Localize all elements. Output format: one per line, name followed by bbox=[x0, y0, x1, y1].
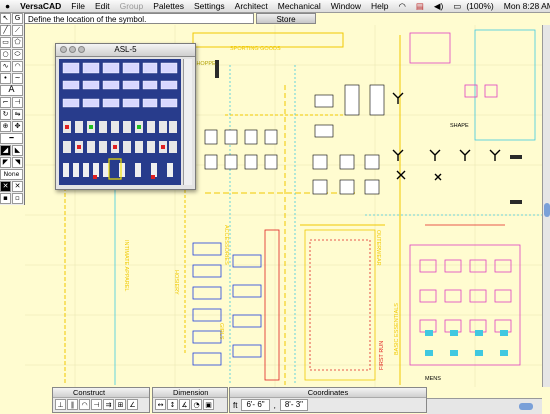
line-style-4-icon[interactable]: ◥ bbox=[12, 157, 23, 168]
construct-perpendicular-icon[interactable]: ⊥ bbox=[55, 399, 66, 410]
coordinate-unit: ft bbox=[233, 400, 238, 410]
zoom-tool-icon[interactable]: ⊕ bbox=[0, 121, 11, 132]
group-tool[interactable]: G bbox=[12, 13, 23, 24]
symbol-thumbnails bbox=[59, 59, 181, 185]
battery-percent: (100%) bbox=[466, 1, 494, 11]
close-icon[interactable] bbox=[60, 46, 67, 53]
command-prompt: Define the location of the symbol. bbox=[24, 13, 254, 24]
line-style-1-icon[interactable]: ◢ bbox=[0, 145, 11, 156]
symbol-library-window[interactable]: ASL-5 bbox=[55, 43, 196, 190]
construct-angle-icon[interactable]: ∠ bbox=[127, 399, 138, 410]
dimension-box-icon[interactable]: ▣ bbox=[203, 399, 214, 410]
arc-tool-icon[interactable]: ◠ bbox=[12, 61, 23, 72]
ellipse-tool-icon[interactable]: ⬭ bbox=[12, 49, 23, 60]
text-tool[interactable]: A bbox=[0, 85, 23, 96]
wifi-icon[interactable]: ◠ bbox=[393, 0, 410, 12]
rectangle-tool-icon[interactable]: ▭ bbox=[0, 37, 11, 48]
store-window-tab[interactable]: Store bbox=[256, 13, 316, 24]
dimension-linear-icon[interactable]: ↔ bbox=[155, 399, 166, 410]
symbol-window-scrollbar[interactable] bbox=[183, 59, 192, 185]
menu-group[interactable]: Group bbox=[115, 0, 149, 12]
label-sporting-goods: SPORTING GOODS bbox=[230, 46, 281, 52]
coordinate-x-field[interactable]: 6'- 6" bbox=[241, 399, 270, 411]
menu-palettes[interactable]: Palettes bbox=[148, 0, 189, 12]
apple-icon[interactable]: ● bbox=[0, 0, 15, 12]
snap-4-icon[interactable]: ▫ bbox=[12, 193, 23, 204]
symbol-grid[interactable] bbox=[59, 59, 181, 185]
arrow-tool-icon[interactable]: ↖ bbox=[0, 13, 11, 24]
trim-tool-icon[interactable]: ⊣ bbox=[12, 97, 23, 108]
horizontal-scrollbar[interactable] bbox=[427, 398, 542, 414]
polyline-tool-icon[interactable]: ⟋ bbox=[12, 25, 23, 36]
coordinates-palette-title: Coordinates bbox=[230, 388, 426, 398]
line-style-2-icon[interactable]: ◣ bbox=[12, 145, 23, 156]
fill-none[interactable]: None bbox=[0, 169, 23, 180]
clock[interactable]: Mon 8:28 AM bbox=[499, 0, 550, 12]
horizontal-scroll-thumb[interactable] bbox=[519, 403, 533, 410]
snap-3-icon[interactable]: ▪ bbox=[0, 193, 11, 204]
dimension-angular-icon[interactable]: ∡ bbox=[179, 399, 190, 410]
dimension-palette-title: Dimension bbox=[153, 388, 227, 398]
label-basic-essentials: BASIC ESSENTIALS bbox=[394, 303, 400, 355]
label-hosiery: HOSIERY bbox=[173, 270, 179, 295]
spline-tool-icon[interactable]: ~ bbox=[12, 73, 23, 84]
polygon-tool-icon[interactable]: ⬠ bbox=[12, 37, 23, 48]
vertical-scrollbar[interactable] bbox=[542, 25, 550, 387]
dimension-radius-icon[interactable]: ◔ bbox=[191, 399, 202, 410]
curve-tool-icon[interactable]: ∿ bbox=[0, 61, 11, 72]
menu-architect[interactable]: Architect bbox=[230, 0, 273, 12]
label-accessories: ACCESSORIES bbox=[223, 225, 229, 265]
label-girls: GIRLS bbox=[218, 323, 224, 340]
construct-parallel-icon[interactable]: ∥ bbox=[67, 399, 78, 410]
pen-weight-icon[interactable]: ━ bbox=[0, 133, 23, 144]
volume-icon[interactable]: ◀) bbox=[429, 0, 448, 12]
symbol-window-title: ASL-5 bbox=[114, 45, 137, 54]
construct-grid-icon[interactable]: ⊞ bbox=[115, 399, 126, 410]
menu-settings[interactable]: Settings bbox=[189, 0, 230, 12]
construct-offset-icon[interactable]: ⇉ bbox=[103, 399, 114, 410]
menu-mechanical[interactable]: Mechanical bbox=[273, 0, 326, 12]
symbol-window-titlebar[interactable]: ASL-5 bbox=[56, 44, 195, 57]
dimension-vertical-icon[interactable]: ↕ bbox=[167, 399, 178, 410]
label-first-run: FIRST RUN bbox=[379, 341, 385, 370]
construct-palette[interactable]: Construct ⊥ ∥ ◠ ⊣ ⇉ ⊞ ∠ bbox=[52, 387, 150, 413]
line-style-3-icon[interactable]: ◤ bbox=[0, 157, 11, 168]
zoom-icon[interactable] bbox=[78, 46, 85, 53]
circle-tool-icon[interactable]: ○ bbox=[0, 49, 11, 60]
menu-file[interactable]: File bbox=[66, 0, 90, 12]
flag-icon[interactable]: ▤ bbox=[411, 0, 429, 12]
rotate-tool-icon[interactable]: ↻ bbox=[0, 109, 11, 120]
dimension-palette[interactable]: Dimension ↔ ↕ ∡ ◔ ▣ bbox=[152, 387, 228, 413]
menu-bar: ● VersaCAD File Edit Group Palettes Sett… bbox=[0, 0, 550, 13]
construct-palette-title: Construct bbox=[53, 388, 149, 398]
coordinates-palette[interactable]: Coordinates ft 6'- 6" , 8'- 3" bbox=[229, 387, 427, 413]
snap-1-icon[interactable]: ✕ bbox=[0, 181, 11, 192]
fillet-tool-icon[interactable]: ⌐ bbox=[0, 97, 11, 108]
coordinate-y-field[interactable]: 8'- 3" bbox=[279, 399, 308, 411]
coordinate-separator: , bbox=[273, 400, 276, 410]
menu-help[interactable]: Help bbox=[366, 0, 393, 12]
construct-tangent-icon[interactable]: ◠ bbox=[79, 399, 90, 410]
line-tool-icon[interactable]: ╱ bbox=[0, 25, 11, 36]
label-outerwear: OUTERWEAR bbox=[375, 230, 381, 266]
label-mens: MENS bbox=[425, 376, 441, 382]
label-intimate-apparel: INTIMATE APPAREL bbox=[123, 240, 129, 291]
minimize-icon[interactable] bbox=[69, 46, 76, 53]
tool-palette: ↖ G ╱ ⟋ ▭ ⬠ ○ ⬭ ∿ ◠ • ~ A ⌐ ⊣ ↻ ⇋ ⊕ ✥ ━ … bbox=[0, 13, 25, 205]
pan-tool-icon[interactable]: ✥ bbox=[12, 121, 23, 132]
snap-2-icon[interactable]: ✕ bbox=[12, 181, 23, 192]
mirror-tool-icon[interactable]: ⇋ bbox=[12, 109, 23, 120]
vertical-scroll-thumb[interactable] bbox=[544, 203, 550, 217]
point-tool-icon[interactable]: • bbox=[0, 73, 11, 84]
menu-extras: ◠ ▤ ◀) ▭ (100%) Mon 8:28 AM bbox=[393, 0, 550, 12]
construct-midpoint-icon[interactable]: ⊣ bbox=[91, 399, 102, 410]
menu-window[interactable]: Window bbox=[326, 0, 366, 12]
menu-edit[interactable]: Edit bbox=[90, 0, 115, 12]
menu-app-name[interactable]: VersaCAD bbox=[15, 0, 66, 12]
label-shape: SHAPE bbox=[450, 123, 469, 129]
battery-icon[interactable]: ▭ bbox=[448, 0, 466, 12]
